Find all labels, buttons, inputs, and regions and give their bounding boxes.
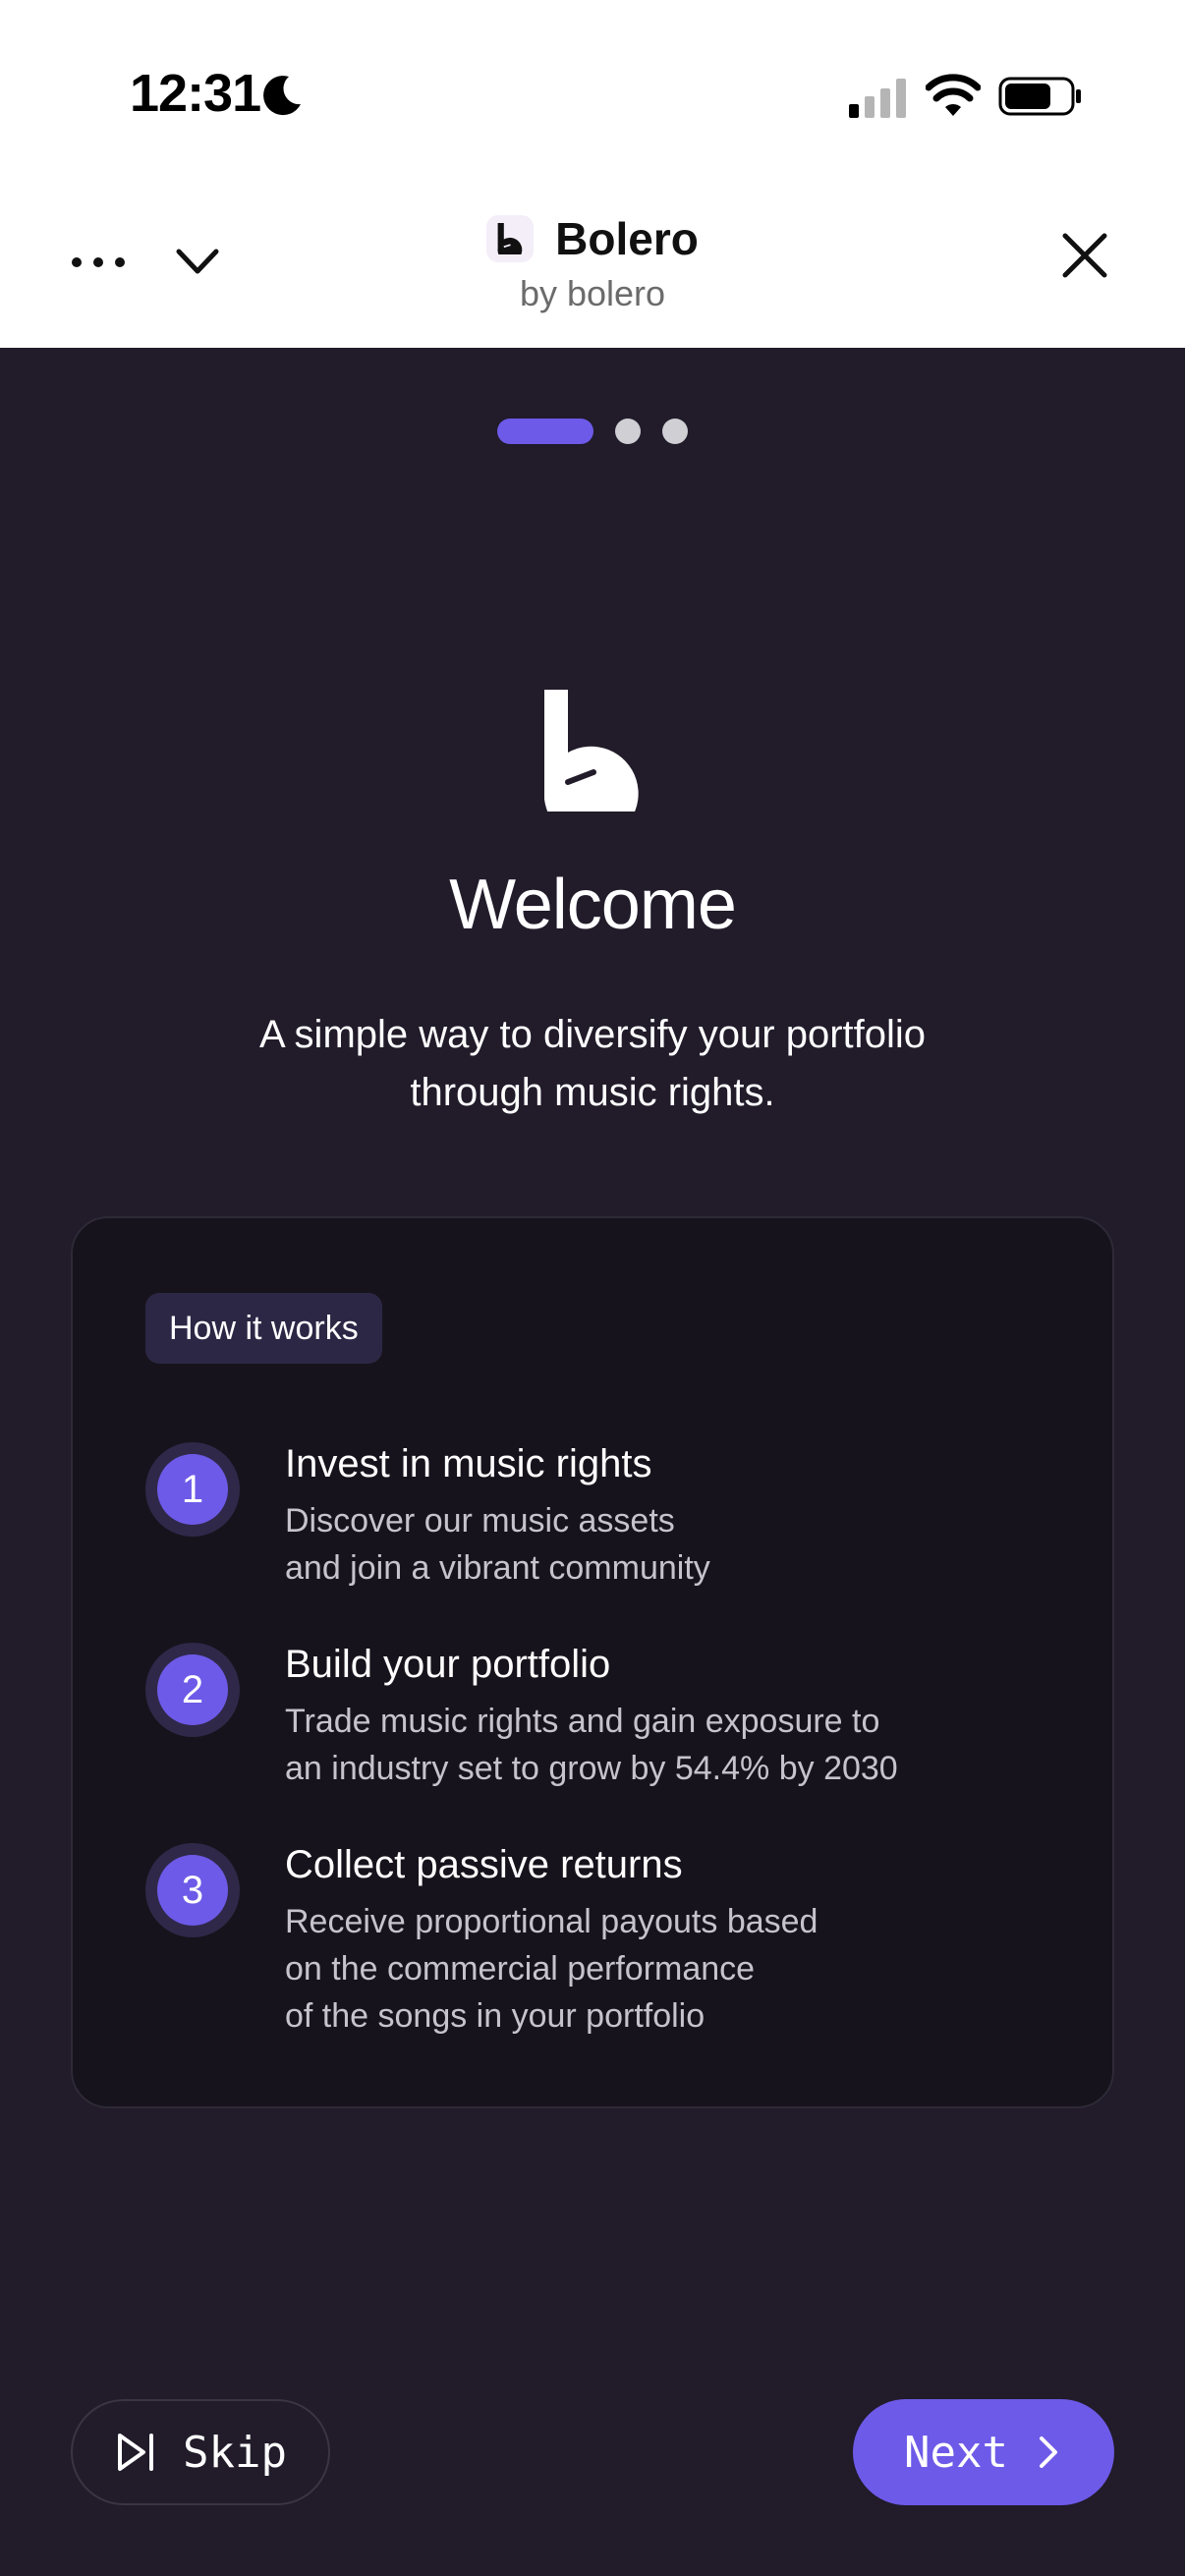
chevron-right-icon xyxy=(1039,2436,1057,2468)
how-it-works-card: How it works 1 Invest in music rights Di… xyxy=(71,1216,1114,2108)
page-dot xyxy=(615,419,641,444)
step-description: Receive proportional payouts based on th… xyxy=(285,1903,818,2035)
step-number-badge: 1 xyxy=(145,1442,240,1537)
step-title: Collect passive returns xyxy=(285,1843,683,1886)
page-dot xyxy=(662,419,688,444)
how-it-works-badge: How it works xyxy=(145,1293,382,1364)
step-number: 3 xyxy=(157,1855,228,1926)
close-icon[interactable] xyxy=(1059,228,1110,283)
wifi-icon xyxy=(926,74,981,116)
header-title: Bolero xyxy=(555,213,699,264)
welcome-subtitle: A simple way to diversify your portfolio… xyxy=(258,1013,927,1114)
next-button[interactable]: Next xyxy=(853,2399,1114,2505)
step-number: 2 xyxy=(157,1654,228,1725)
step-description: Trade music rights and gain exposure to … xyxy=(285,1703,898,1787)
bolero-logo-icon xyxy=(486,215,535,262)
next-label: Next xyxy=(904,2427,1008,2478)
signal-icon xyxy=(849,79,906,118)
step-description: Discover our music assets and join a vib… xyxy=(285,1502,710,1587)
skip-forward-icon xyxy=(118,2434,154,2471)
onboarding-screen: Welcome A simple way to diversify your p… xyxy=(0,348,1185,2576)
step-title: Build your portfolio xyxy=(285,1643,611,1686)
step-number-badge: 3 xyxy=(145,1843,240,1937)
page-indicator xyxy=(0,419,1185,444)
step-number: 1 xyxy=(157,1454,228,1525)
step-number-badge: 2 xyxy=(145,1643,240,1737)
mini-app-header: Bolero by bolero xyxy=(0,187,1185,348)
welcome-title: Welcome xyxy=(449,866,737,944)
header-subtitle: by bolero xyxy=(519,273,666,313)
header-title-block: Bolero by bolero xyxy=(0,212,1185,314)
page-dot-active xyxy=(497,419,593,444)
step-title: Invest in music rights xyxy=(285,1442,652,1485)
skip-label: Skip xyxy=(183,2427,287,2478)
skip-button[interactable]: Skip xyxy=(71,2399,330,2505)
moon-icon xyxy=(263,76,301,116)
status-bar: 12:31 xyxy=(0,0,1185,187)
bolero-logo-icon xyxy=(544,690,639,812)
status-time: 12:31 xyxy=(130,64,261,123)
battery-icon xyxy=(998,77,1081,116)
